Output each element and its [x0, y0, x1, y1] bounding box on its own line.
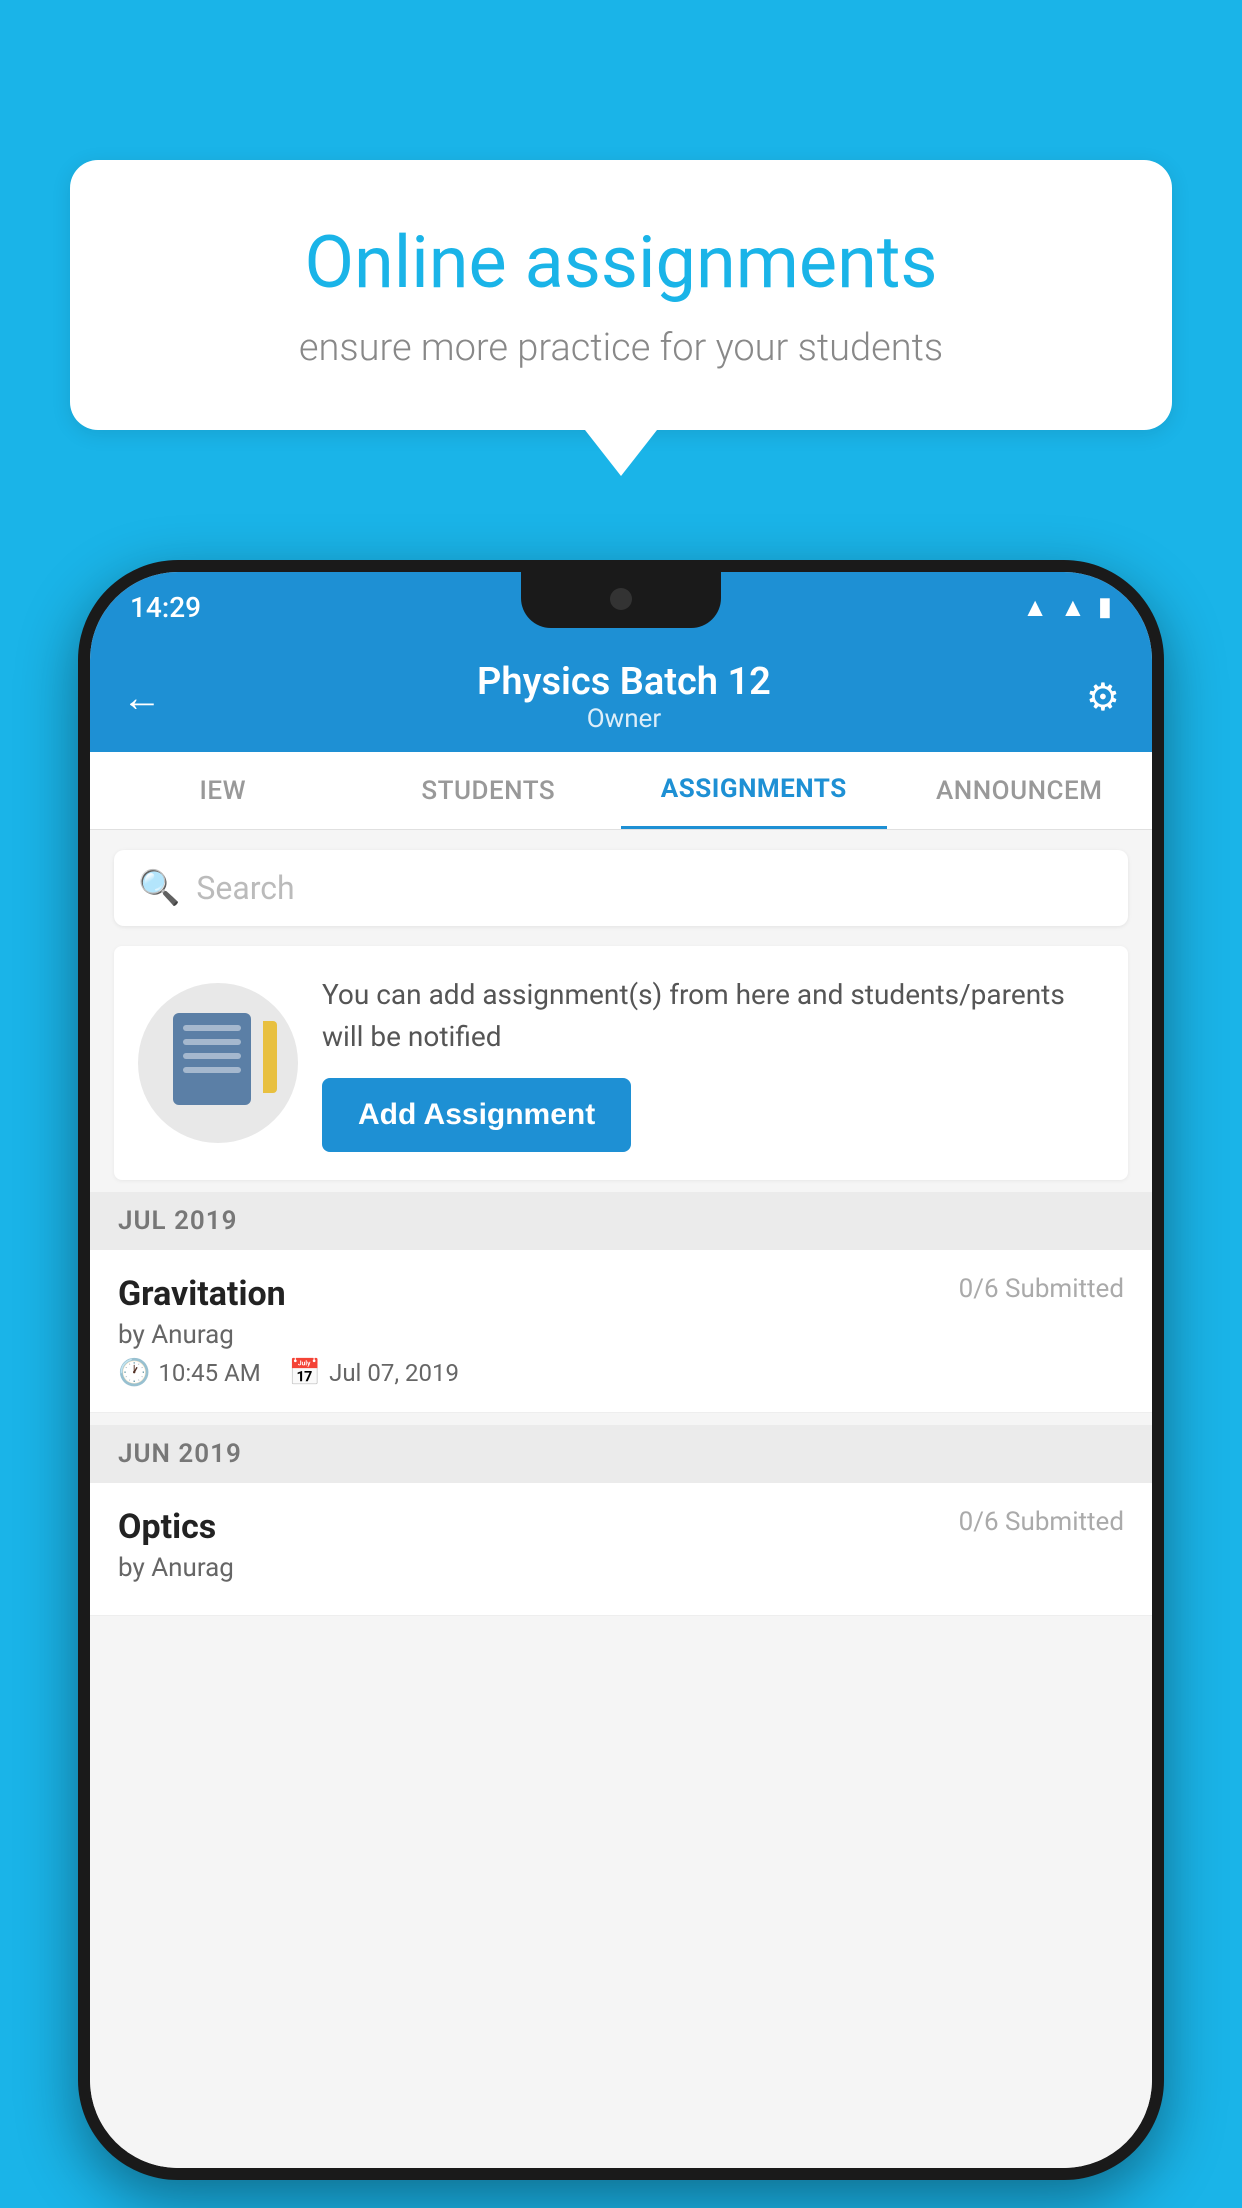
- promo-content: You can add assignment(s) from here and …: [322, 974, 1104, 1152]
- bubble-title: Online assignments: [140, 220, 1102, 306]
- assignment-time: 10:45 AM: [158, 1359, 260, 1387]
- assignment-gravitation[interactable]: Gravitation 0/6 Submitted by Anurag 🕐 10…: [90, 1250, 1152, 1413]
- front-camera: [610, 588, 632, 610]
- header-subtitle: Owner: [477, 704, 771, 734]
- search-input-placeholder[interactable]: Search: [196, 869, 294, 907]
- clock-icon: 🕐: [118, 1358, 150, 1388]
- settings-icon[interactable]: ⚙: [1086, 675, 1120, 720]
- header-center: Physics Batch 12 Owner: [477, 660, 771, 734]
- status-time: 14:29: [130, 591, 201, 624]
- add-assignment-button[interactable]: Add Assignment: [322, 1078, 631, 1152]
- assignment-gravitation-name: Gravitation: [118, 1274, 286, 1314]
- tab-iew[interactable]: IEW: [90, 752, 356, 829]
- phone-frame: 14:29 ▲ ▲ ▮ ← Physics Batch 12 Owner ⚙ I…: [78, 560, 1164, 2180]
- assignment-gravitation-by: by Anurag: [118, 1320, 1124, 1350]
- assignment-row1: Gravitation 0/6 Submitted: [118, 1274, 1124, 1314]
- promo-icon-circle: [138, 983, 298, 1143]
- assignment-gravitation-submitted: 0/6 Submitted: [959, 1274, 1124, 1304]
- notch: [521, 572, 721, 628]
- promo-description: You can add assignment(s) from here and …: [322, 974, 1104, 1058]
- assignment-optics-by: by Anurag: [118, 1553, 1124, 1583]
- bubble-subtitle: ensure more practice for your students: [140, 326, 1102, 370]
- assignment-time-meta: 🕐 10:45 AM: [118, 1358, 261, 1388]
- assignment-gravitation-meta: 🕐 10:45 AM 📅 Jul 07, 2019: [118, 1358, 1124, 1388]
- assignment-optics-row1: Optics 0/6 Submitted: [118, 1507, 1124, 1547]
- section-jul-label: JUL 2019: [118, 1206, 238, 1236]
- notebook-illustration: [173, 1013, 263, 1113]
- calendar-icon: 📅: [289, 1358, 321, 1388]
- assignment-date-meta: 📅 Jul 07, 2019: [289, 1358, 459, 1388]
- signal-icon: ▲: [1060, 592, 1086, 623]
- phone-screen: 14:29 ▲ ▲ ▮ ← Physics Batch 12 Owner ⚙ I…: [90, 572, 1152, 2168]
- assignment-optics-name: Optics: [118, 1507, 216, 1547]
- back-button[interactable]: ←: [122, 674, 162, 721]
- promo-card: You can add assignment(s) from here and …: [114, 946, 1128, 1180]
- section-jul-2019: JUL 2019: [90, 1192, 1152, 1250]
- search-icon: 🔍: [138, 868, 180, 908]
- tabs-bar: IEW STUDENTS ASSIGNMENTS ANNOUNCEM: [90, 752, 1152, 830]
- app-header: ← Physics Batch 12 Owner ⚙: [90, 642, 1152, 752]
- section-jun-2019: JUN 2019: [90, 1425, 1152, 1483]
- tab-students[interactable]: STUDENTS: [356, 752, 622, 829]
- status-icons: ▲ ▲ ▮: [1022, 592, 1112, 623]
- battery-icon: ▮: [1098, 592, 1112, 622]
- assignment-optics-submitted: 0/6 Submitted: [959, 1507, 1124, 1537]
- tab-assignments[interactable]: ASSIGNMENTS: [621, 752, 887, 829]
- assignment-optics[interactable]: Optics 0/6 Submitted by Anurag: [90, 1483, 1152, 1616]
- section-jun-label: JUN 2019: [118, 1439, 242, 1469]
- speech-bubble-wrapper: Online assignments ensure more practice …: [70, 160, 1172, 476]
- speech-bubble: Online assignments ensure more practice …: [70, 160, 1172, 430]
- header-title: Physics Batch 12: [477, 660, 771, 704]
- speech-bubble-arrow: [585, 430, 657, 476]
- wifi-icon: ▲: [1022, 592, 1048, 623]
- tab-announcements[interactable]: ANNOUNCEM: [887, 752, 1153, 829]
- content-area: 🔍 Search: [90, 830, 1152, 2168]
- search-bar[interactable]: 🔍 Search: [114, 850, 1128, 926]
- assignment-date: Jul 07, 2019: [329, 1359, 459, 1387]
